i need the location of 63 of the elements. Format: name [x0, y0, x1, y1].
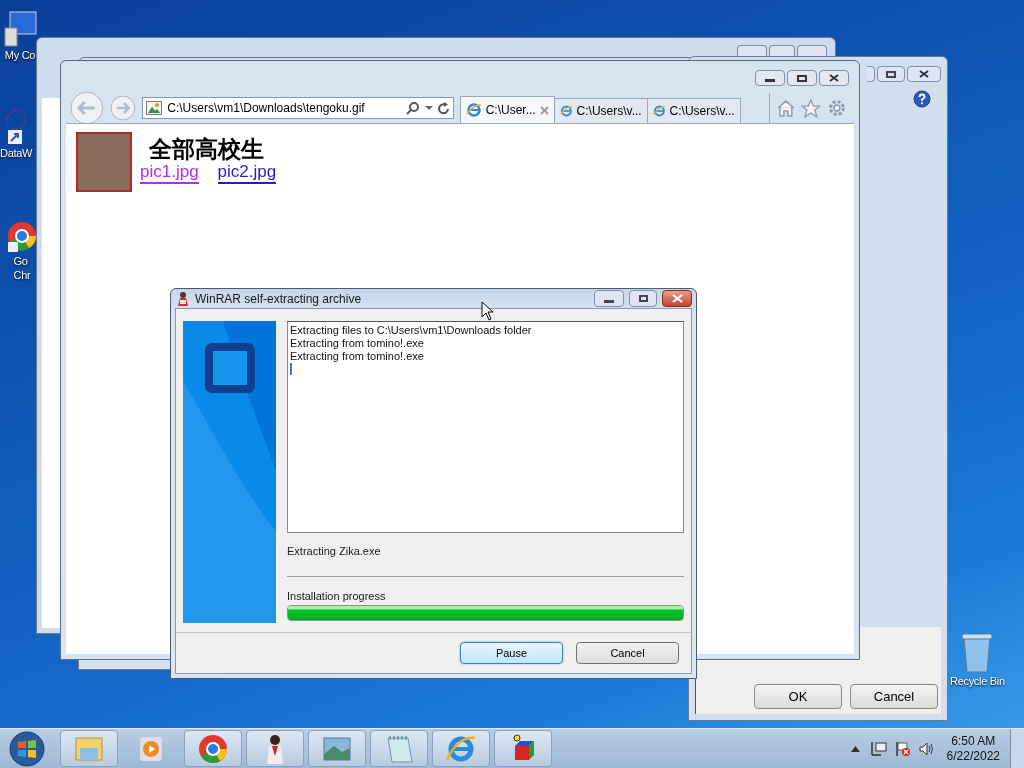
address-bar[interactable]: C:\Users\vm1\Downloads\tengoku.gif: [142, 97, 454, 119]
show-desktop-button[interactable]: [1010, 728, 1024, 768]
window-title: WinRAR self-extracting archive: [195, 290, 362, 308]
maximize-icon: [638, 295, 648, 302]
search-icon[interactable]: [405, 101, 420, 115]
progress-label: Installation progress: [287, 588, 387, 604]
icon-label[interactable]: DataW: [0, 146, 33, 160]
browser-page-icon: [465, 102, 482, 118]
maximize-button[interactable]: [629, 290, 657, 307]
minimize-button[interactable]: [755, 70, 785, 86]
close-icon: [829, 74, 839, 82]
page-heading: 全部高校生: [149, 135, 264, 164]
icon-label[interactable]: Go Chr: [13, 254, 31, 282]
taskbar-button[interactable]: [494, 730, 552, 767]
network-icon[interactable]: [870, 740, 887, 757]
text-cursor: [290, 363, 292, 375]
dropdown-icon[interactable]: [424, 105, 433, 111]
minimize-icon: [765, 79, 775, 82]
maximize-icon: [797, 74, 807, 82]
log-line: Extracting from tomino!.exe: [290, 350, 425, 363]
log-line: Extracting from tomino!.exe: [290, 337, 425, 350]
settings-icon[interactable]: [827, 98, 847, 118]
maximize-button[interactable]: [787, 70, 817, 86]
help-icon[interactable]: [913, 90, 931, 108]
show-hidden-icons-button[interactable]: [850, 745, 860, 752]
taskbar-button[interactable]: [246, 730, 304, 767]
page-link[interactable]: pic1.jpg: [140, 162, 199, 184]
close-tab-icon: [539, 105, 549, 115]
minimize-icon: [604, 300, 614, 303]
browser-page-icon: [559, 103, 573, 119]
star-icon[interactable]: [801, 98, 822, 118]
computer-icon: [2, 10, 38, 48]
app-icon: [176, 290, 190, 307]
page-link[interactable]: pic2.jpg: [217, 162, 277, 184]
dialog-button[interactable]: OK: [754, 684, 842, 709]
minimize-button[interactable]: [594, 290, 624, 307]
refresh-icon[interactable]: [437, 101, 450, 115]
browser-page-icon: [652, 103, 666, 119]
address-text: C:\Users\vm1\Downloads\tengoku.gif: [167, 100, 365, 117]
flag-icon[interactable]: [894, 740, 911, 757]
browser-tab[interactable]: C:\Users\v...: [647, 98, 741, 123]
image-file-icon: [146, 101, 163, 115]
close-button[interactable]: [819, 70, 849, 86]
icon-label[interactable]: My Co: [4, 48, 36, 62]
close-icon: [919, 70, 929, 78]
clock-time[interactable]: 6:50 AM: [951, 733, 996, 749]
close-button[interactable]: [662, 290, 692, 307]
browser-tab[interactable]: C:\User...: [459, 96, 555, 123]
log-line: Extracting files to C:\Users\vm1\Downloads folder: [290, 324, 533, 337]
dialog-button[interactable]: Pause: [460, 642, 563, 664]
clock-date[interactable]: 6/22/2022: [946, 748, 1000, 764]
close-icon: [671, 294, 683, 303]
maximize-icon: [886, 70, 896, 78]
dialog-button[interactable]: Cancel: [576, 642, 679, 664]
start-button[interactable]: [9, 730, 45, 767]
status-text: Extracting Zika.exe: [287, 544, 382, 559]
dialog-button[interactable]: Cancel: [850, 684, 938, 709]
photo-placeholder: [76, 132, 132, 192]
volume-icon[interactable]: [918, 740, 935, 757]
home-icon[interactable]: [775, 99, 796, 117]
maximize-button[interactable]: [877, 66, 905, 82]
browser-tab[interactable]: C:\Users\v...: [554, 98, 648, 123]
close-button[interactable]: [907, 66, 941, 82]
